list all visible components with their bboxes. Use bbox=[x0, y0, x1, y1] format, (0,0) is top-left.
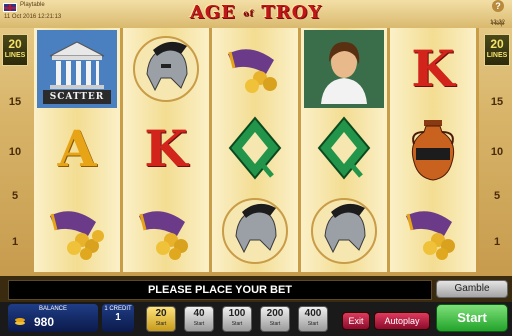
uk-flag-icon[interactable] bbox=[3, 3, 17, 12]
logo-word-1: AGE bbox=[189, 2, 236, 23]
helmet-icon bbox=[133, 36, 199, 102]
bet-value: 20 bbox=[155, 308, 167, 319]
bet-sub: Start bbox=[307, 321, 319, 327]
logo-word-2: TROY bbox=[261, 2, 323, 23]
bet-value: 100 bbox=[228, 308, 246, 319]
game-frame: Playtable 11 Oct 2016 12:21:13 AGE of TR… bbox=[0, 0, 512, 276]
symbol-cornucopia bbox=[37, 192, 117, 270]
line-marker: 10 bbox=[490, 146, 504, 158]
line-marker: 1 bbox=[493, 236, 501, 248]
bet-button-40[interactable]: 40 Start bbox=[184, 306, 214, 332]
letter-a: A bbox=[57, 119, 97, 178]
q-diamond-icon bbox=[317, 116, 371, 180]
logo-of: of bbox=[243, 8, 254, 18]
line-marker: 5 bbox=[493, 190, 501, 202]
reels-area: SCATTER A K K bbox=[34, 28, 479, 272]
lines-left: 20 LINES 15 10 5 1 bbox=[2, 34, 28, 266]
lines-right: 20 LINES 15 10 5 1 bbox=[484, 34, 510, 266]
symbol-letter-q bbox=[304, 110, 384, 188]
symbol-helmet bbox=[215, 192, 295, 270]
bet-value: 400 bbox=[304, 308, 322, 319]
amphora-icon bbox=[411, 120, 455, 181]
symbol-cornucopia bbox=[215, 30, 295, 108]
reel-5: K bbox=[390, 28, 479, 272]
lines-count-right: 20 LINES bbox=[484, 34, 510, 66]
balance-label: BALANCE bbox=[38, 306, 67, 312]
line-marker: 1 bbox=[11, 236, 19, 248]
bet-button-400[interactable]: 400 Start bbox=[298, 306, 328, 332]
lines-left-label: LINES bbox=[4, 52, 26, 59]
lines-right-label: LINES bbox=[486, 52, 508, 59]
top-bar: Playtable 11 Oct 2016 12:21:13 AGE of TR… bbox=[0, 0, 512, 28]
symbol-cornucopia bbox=[126, 192, 206, 270]
bet-sub: Start bbox=[269, 321, 281, 327]
cornucopia-icon bbox=[406, 211, 455, 260]
autoplay-button[interactable]: Autoplay bbox=[374, 312, 430, 330]
reel-1: SCATTER A bbox=[34, 28, 123, 272]
symbol-letter-k: K bbox=[393, 30, 473, 108]
help-button[interactable]: ? Help bbox=[488, 0, 508, 27]
top-left-line1: Playtable bbox=[20, 2, 45, 8]
credit-value: 1 bbox=[115, 312, 121, 323]
cornucopia-icon bbox=[228, 49, 277, 93]
start-button[interactable]: Start bbox=[436, 304, 508, 332]
helmet-icon bbox=[222, 198, 288, 264]
cornucopia-icon bbox=[50, 211, 104, 260]
bet-sub: Start bbox=[193, 321, 205, 327]
symbol-letter-q bbox=[215, 110, 295, 188]
letter-k: K bbox=[144, 119, 188, 178]
reel-3 bbox=[212, 28, 301, 272]
clock: 12:22 bbox=[490, 20, 506, 26]
symbol-amphora bbox=[393, 110, 473, 188]
game-logo: AGE of TROY bbox=[180, 1, 332, 25]
lines-count-left: 20 LINES bbox=[2, 34, 28, 66]
line-marker: 5 bbox=[11, 190, 19, 202]
q-diamond-icon bbox=[228, 116, 282, 180]
bet-value: 40 bbox=[193, 308, 205, 319]
helmet-icon bbox=[311, 198, 377, 264]
symbol-scatter-temple: SCATTER bbox=[37, 30, 117, 108]
gamble-button[interactable]: Gamble bbox=[436, 280, 508, 298]
cornucopia-icon bbox=[139, 211, 188, 260]
woman-portrait-icon bbox=[321, 42, 367, 104]
line-marker: 10 bbox=[8, 146, 22, 158]
lines-left-number: 20 bbox=[8, 37, 22, 51]
top-left-line2: 11 Oct 2016 12:21:13 bbox=[4, 14, 62, 20]
scatter-label: SCATTER bbox=[43, 90, 111, 104]
bet-button-20[interactable]: 20 Start bbox=[146, 306, 176, 332]
symbol-letter-k: K bbox=[126, 110, 206, 188]
lines-right-number: 20 bbox=[490, 37, 504, 51]
balance-value: 980 bbox=[34, 315, 55, 329]
coins-icon bbox=[15, 318, 25, 325]
bet-button-100[interactable]: 100 Start bbox=[222, 306, 252, 332]
bet-value: 200 bbox=[266, 308, 284, 319]
reel-2: K bbox=[123, 28, 212, 272]
bet-button-200[interactable]: 200 Start bbox=[260, 306, 290, 332]
balance-display: BALANCE 980 bbox=[8, 304, 98, 332]
symbol-woman-portrait bbox=[304, 30, 384, 108]
symbol-helmet bbox=[304, 192, 384, 270]
message-bar: PLEASE PLACE YOUR BET bbox=[8, 280, 432, 300]
symbol-cornucopia bbox=[393, 192, 473, 270]
exit-button[interactable]: Exit bbox=[342, 312, 370, 330]
bet-sub: Start bbox=[155, 321, 167, 327]
line-marker: 15 bbox=[490, 96, 504, 108]
symbol-helmet bbox=[126, 30, 206, 108]
credit-button[interactable]: 1 CREDIT 1 bbox=[102, 304, 134, 332]
help-icon: ? bbox=[492, 0, 504, 12]
letter-k: K bbox=[411, 39, 455, 98]
reel-4 bbox=[301, 28, 390, 272]
line-marker: 15 bbox=[8, 96, 22, 108]
symbol-letter-a: A bbox=[37, 110, 117, 188]
bet-sub: Start bbox=[231, 321, 243, 327]
